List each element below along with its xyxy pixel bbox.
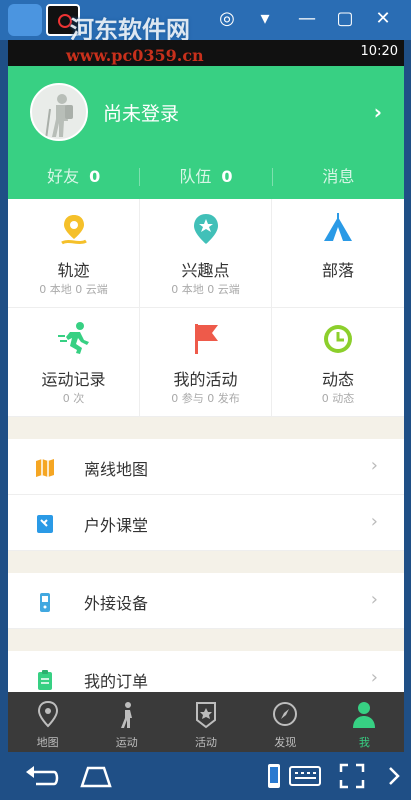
back-icon[interactable] bbox=[22, 762, 62, 790]
portrait-icon[interactable] bbox=[266, 762, 282, 790]
grid-sub: 0 次 bbox=[62, 392, 85, 405]
star-pin-icon bbox=[193, 214, 218, 244]
tab-map[interactable]: 地图 bbox=[8, 692, 87, 752]
stat-messages[interactable]: 消息 bbox=[273, 162, 404, 192]
close-icon[interactable]: ✕ bbox=[370, 6, 396, 32]
list-item-devices[interactable]: 外接设备 › bbox=[8, 573, 404, 629]
grid-item-exercise[interactable]: 运动记录 0 次 bbox=[8, 308, 140, 417]
emulator-title-bar: 河东软件网 ◎ ▾ — ▢ ✕ bbox=[0, 0, 411, 44]
grid-sub: 0 动态 bbox=[321, 392, 355, 405]
grid-item-tribe[interactable]: 部落 bbox=[272, 199, 404, 308]
book-icon bbox=[37, 515, 53, 533]
feature-grid: 轨迹 0 本地 0 云端 兴趣点 0 本地 0 云端 部落 运动记录 0 次 我… bbox=[8, 199, 404, 417]
stat-label: 消息 bbox=[322, 167, 355, 186]
grid-sub: 0 参与 0 发布 bbox=[171, 392, 240, 405]
section-divider bbox=[8, 629, 404, 651]
list-label: 我的订单 bbox=[84, 672, 149, 691]
keyboard-icon[interactable] bbox=[288, 762, 322, 790]
tab-sport[interactable]: 运动 bbox=[87, 692, 166, 752]
walker-icon bbox=[120, 702, 132, 728]
hiker-icon bbox=[45, 94, 73, 139]
section-divider bbox=[8, 551, 404, 573]
map-pin-icon bbox=[37, 700, 58, 728]
stat-value: 0 bbox=[221, 167, 233, 186]
list-label: 户外课堂 bbox=[84, 516, 149, 535]
flag-icon bbox=[194, 324, 218, 354]
chevron-right-icon: › bbox=[370, 455, 378, 476]
grid-title: 动态 bbox=[321, 370, 354, 389]
tab-discover[interactable]: 发现 bbox=[246, 692, 325, 752]
stat-label: 队伍 bbox=[179, 167, 212, 186]
stats-row: 好友 0 队伍 0 消息 bbox=[8, 162, 404, 192]
grid-title: 部落 bbox=[321, 261, 354, 280]
chevron-right-icon: › bbox=[370, 667, 378, 688]
bottom-tab-bar: 地图 运动 活动 发现 我 bbox=[8, 692, 404, 752]
grid-sub: 0 本地 0 云端 bbox=[171, 283, 240, 296]
home-icon[interactable] bbox=[78, 762, 114, 790]
running-icon bbox=[57, 322, 89, 354]
emulator-nav-bar bbox=[0, 752, 411, 800]
tab-activity[interactable]: 活动 bbox=[166, 692, 245, 752]
grid-title: 运动记录 bbox=[41, 370, 106, 389]
badge-icon bbox=[196, 702, 216, 729]
list-item-outdoor-class[interactable]: 户外课堂 › bbox=[8, 495, 404, 551]
list-item-orders[interactable]: 我的订单 › bbox=[8, 651, 404, 692]
avatar[interactable] bbox=[30, 83, 88, 141]
chevron-right-icon: › bbox=[370, 589, 378, 610]
watermark-url: www.pc0359.cn bbox=[66, 46, 204, 65]
tab-label: 运动 bbox=[115, 736, 138, 749]
stat-friends[interactable]: 好友 0 bbox=[8, 162, 139, 192]
profile-header: 尚未登录 › 好友 0 队伍 0 消息 bbox=[8, 66, 404, 199]
stat-team[interactable]: 队伍 0 bbox=[140, 162, 271, 192]
tent-icon bbox=[324, 213, 352, 241]
emulator-record-icon[interactable]: ◎ bbox=[214, 6, 240, 32]
map-icon bbox=[36, 459, 54, 477]
compass-icon bbox=[273, 702, 298, 726]
grid-item-track[interactable]: 轨迹 0 本地 0 云端 bbox=[8, 199, 140, 308]
stat-value: 0 bbox=[89, 167, 101, 186]
user-name[interactable]: 尚未登录 bbox=[103, 99, 179, 126]
grid-item-feed[interactable]: 动态 0 动态 bbox=[272, 308, 404, 417]
status-time: 10:20 bbox=[360, 44, 398, 59]
tab-label: 我 bbox=[358, 736, 370, 749]
chevron-right-icon[interactable] bbox=[386, 762, 402, 790]
app-screen: 尚未登录 › 好友 0 队伍 0 消息 轨迹 0 本地 0 云端 兴趣点 0 本… bbox=[8, 66, 404, 692]
clock-icon bbox=[324, 325, 352, 353]
section-divider bbox=[8, 417, 404, 439]
fullscreen-icon[interactable] bbox=[338, 762, 366, 790]
emulator-logo-icon bbox=[8, 4, 42, 36]
grid-title: 兴趣点 bbox=[181, 261, 230, 280]
location-pin-icon bbox=[60, 215, 87, 245]
chevron-right-icon[interactable]: › bbox=[374, 100, 382, 124]
stat-label: 好友 bbox=[47, 167, 80, 186]
tab-label: 活动 bbox=[195, 736, 217, 749]
minimize-icon[interactable]: — bbox=[294, 6, 320, 32]
device-icon bbox=[40, 593, 50, 612]
grid-title: 轨迹 bbox=[57, 261, 90, 280]
grid-title: 我的活动 bbox=[173, 370, 238, 389]
emulator-menu-icon[interactable]: ▾ bbox=[252, 6, 278, 32]
tab-label: 地图 bbox=[36, 736, 59, 749]
grid-item-activities[interactable]: 我的活动 0 参与 0 发布 bbox=[140, 308, 272, 417]
list-label: 外接设备 bbox=[84, 594, 149, 613]
grid-sub: 0 本地 0 云端 bbox=[39, 283, 108, 296]
tab-label: 发现 bbox=[274, 736, 297, 749]
list-item-offline-map[interactable]: 离线地图 › bbox=[8, 439, 404, 495]
chevron-right-icon: › bbox=[370, 511, 378, 532]
grid-item-poi[interactable]: 兴趣点 0 本地 0 云端 bbox=[140, 199, 272, 308]
order-icon bbox=[38, 670, 52, 690]
person-icon bbox=[353, 702, 376, 728]
maximize-icon[interactable]: ▢ bbox=[332, 6, 358, 32]
tab-me[interactable]: 我 bbox=[325, 692, 404, 752]
list-label: 离线地图 bbox=[84, 460, 149, 479]
